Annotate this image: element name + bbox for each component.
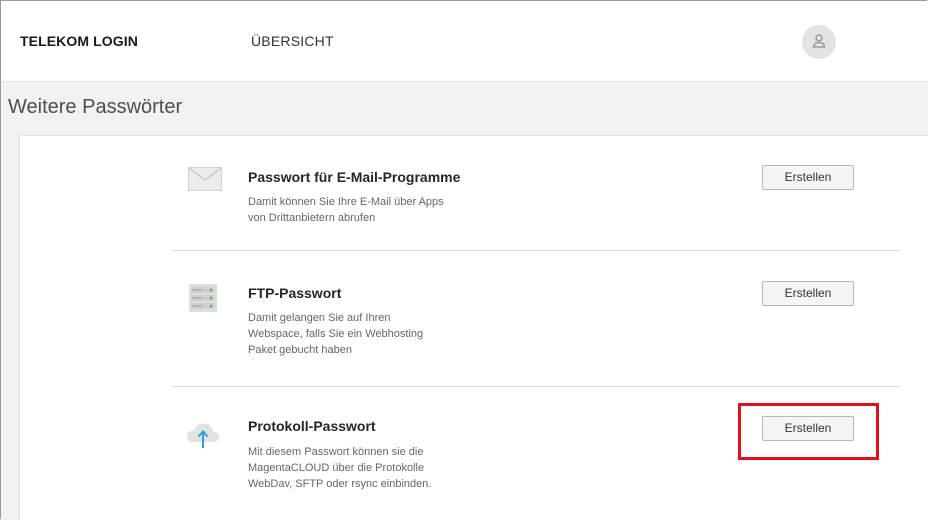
item-title: FTP-Passwort [248, 285, 342, 301]
envelope-icon [188, 167, 222, 191]
description-line: Damit können Sie Ihre E-Mail über Apps [248, 196, 444, 208]
item-description: Damit gelangen Sie auf Ihren Webspace, f… [248, 310, 488, 358]
divider [172, 250, 900, 251]
create-email-password-button[interactable]: Erstellen [762, 165, 854, 190]
nav-overview-link[interactable]: ÜBERSICHT [251, 33, 334, 49]
description-line: Webspace, falls Sie ein Webhosting [248, 328, 424, 340]
description-line: von Drittanbietern abrufen [248, 212, 376, 224]
brand-title: TELEKOM LOGIN [20, 33, 138, 49]
password-card: Passwort für E-Mail-Programme Damit könn… [19, 135, 928, 520]
highlight-box [738, 403, 879, 460]
item-description: Mit diesem Passwort können sie die Magen… [248, 444, 488, 492]
description-line: Damit gelangen Sie auf Ihren [248, 312, 391, 324]
item-title: Passwort für E-Mail-Programme [248, 169, 461, 185]
page-title: Weitere Passwörter [8, 96, 183, 118]
description-line: WebDav, SFTP oder rsync einbinden. [248, 478, 432, 490]
item-description: Damit können Sie Ihre E-Mail über Apps v… [248, 194, 488, 226]
divider [172, 386, 900, 387]
user-avatar-button[interactable] [802, 25, 836, 59]
user-icon [812, 34, 826, 48]
item-title: Protokoll-Passwort [248, 418, 376, 434]
cloud-upload-icon [186, 423, 220, 448]
description-line: Mit diesem Passwort können sie die [248, 446, 424, 458]
top-header: TELEKOM LOGIN ÜBERSICHT [1, 1, 928, 82]
create-ftp-password-button[interactable]: Erstellen [762, 281, 854, 306]
description-line: MagentaCLOUD über die Protokolle [248, 462, 425, 474]
description-line: Paket gebucht haben [248, 344, 352, 356]
server-icon [189, 284, 217, 312]
